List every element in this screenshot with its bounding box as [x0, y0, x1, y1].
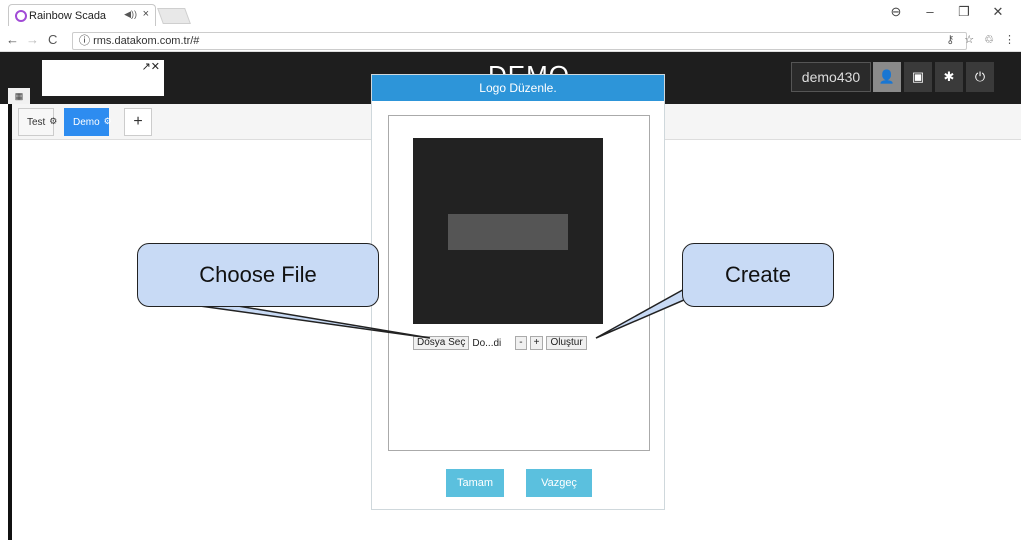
forward-arrow-icon[interactable]: →: [26, 32, 39, 47]
new-browser-tab-button[interactable]: [157, 8, 191, 24]
cancel-button[interactable]: Vazgeç: [526, 469, 592, 497]
power-icon[interactable]: ⏻: [966, 62, 994, 92]
key-icon[interactable]: ⚷: [946, 33, 954, 46]
zoom-out-button[interactable]: -: [515, 336, 527, 350]
modal-title: Logo Düzenle.: [372, 75, 664, 101]
logo-box[interactable]: ↗✕: [42, 60, 164, 96]
ok-button[interactable]: Tamam: [446, 469, 504, 497]
tab-gear-icon[interactable]: ⚙: [49, 107, 57, 135]
grid-menu-icon[interactable]: ▦: [8, 88, 30, 104]
star-icon[interactable]: ☆: [964, 33, 974, 46]
extension-icon[interactable]: ♲: [984, 33, 994, 46]
browser-tab[interactable]: Rainbow Scada ◀)) ×: [8, 4, 156, 26]
rainbow-favicon-icon: [15, 10, 27, 22]
create-callout: Create: [682, 243, 834, 307]
menu-dots-icon[interactable]: ⋮: [1004, 33, 1015, 46]
speaker-icon[interactable]: ◀)): [124, 9, 137, 20]
save-icon[interactable]: ▣: [904, 62, 932, 92]
modal-footer: Tamam Vazgeç: [372, 469, 664, 499]
minimize-icon[interactable]: –: [913, 4, 947, 20]
back-arrow-icon[interactable]: ←: [6, 32, 19, 47]
window-controls: ⊖ – ❐ ✕: [879, 4, 1015, 20]
tab-label: Test: [27, 117, 46, 128]
info-icon: ⓘ: [79, 35, 94, 47]
choose-file-button[interactable]: Dosya Seç: [413, 336, 470, 350]
address-bar: ← → C ⓘ rms.datakom.com.tr/# ⚷ ☆ ♲ ⋮: [0, 30, 1021, 52]
modal-body: Dosya Seç Do...di - + Oluştur: [388, 115, 650, 451]
user-icon[interactable]: 👤: [873, 62, 901, 92]
tab-gear-icon[interactable]: ⚙: [104, 107, 112, 135]
logo-edit-close-icon[interactable]: ↗✕: [142, 60, 160, 73]
url-actions: ⚷ ☆ ♲ ⋮: [946, 33, 1015, 46]
browser-tabstrip: Rainbow Scada ◀)) × ⊖ – ❐ ✕: [0, 0, 1021, 30]
profile-icon[interactable]: ⊖: [879, 4, 913, 20]
file-name-text: Do...di: [472, 337, 502, 349]
add-tab-button[interactable]: +: [124, 108, 152, 136]
url-text: rms.datakom.com.tr/#: [93, 35, 200, 47]
choose-file-callout: Choose File: [137, 243, 379, 307]
user-name[interactable]: demo430: [791, 62, 871, 92]
logo-edit-modal: Logo Düzenle. Dosya Seç Do...di - + Oluş…: [371, 74, 665, 510]
settings-gear-icon[interactable]: ✱: [935, 62, 963, 92]
restore-icon[interactable]: ❐: [947, 4, 981, 20]
tab-demo[interactable]: Demo ⚙: [64, 107, 112, 136]
close-window-icon[interactable]: ✕: [981, 4, 1015, 20]
reload-icon[interactable]: C: [48, 32, 57, 47]
url-field[interactable]: ⓘ rms.datakom.com.tr/#: [72, 32, 967, 50]
zoom-in-button[interactable]: +: [529, 336, 544, 350]
logo-placeholder: [448, 214, 568, 250]
tab-test[interactable]: Test ⚙: [18, 107, 57, 136]
logo-preview: [413, 138, 603, 324]
tab-close-icon[interactable]: ×: [143, 8, 149, 20]
tab-label: Demo: [73, 117, 100, 128]
logo-controls: Dosya Seç Do...di - + Oluştur: [413, 336, 587, 350]
browser-tab-title: Rainbow Scada: [29, 9, 107, 22]
create-button[interactable]: Oluştur: [546, 336, 587, 350]
